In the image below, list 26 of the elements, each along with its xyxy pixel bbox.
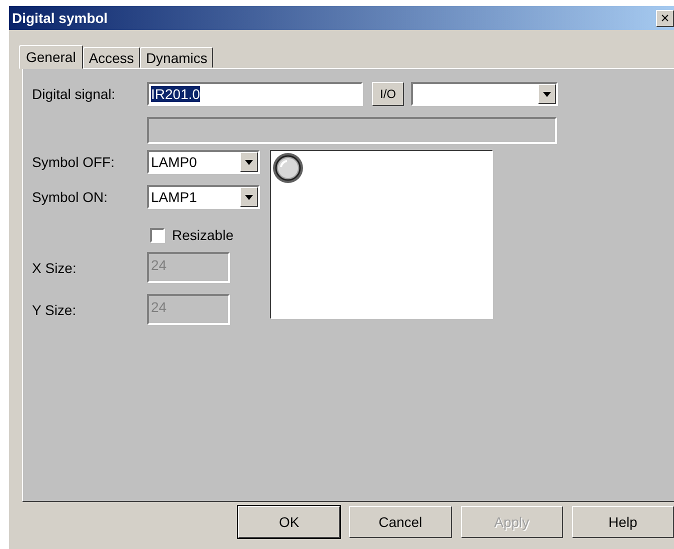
dialog-button[interactable]: Help (572, 506, 674, 538)
dropdown-button[interactable] (240, 187, 258, 207)
window-title: Digital symbol (12, 10, 108, 26)
dialog-button[interactable]: Cancel (349, 506, 452, 538)
tab[interactable]: General (19, 45, 83, 69)
field-label: Symbol ON: (32, 189, 108, 205)
dropdown-button[interactable] (240, 152, 258, 172)
dropdown-field[interactable]: LAMP1 (147, 185, 260, 209)
checkbox-label[interactable]: Resizable (172, 227, 234, 243)
caret-icon (543, 92, 551, 96)
close-button[interactable]: × (656, 10, 674, 26)
caret-icon (245, 160, 253, 164)
field-label: Symbol OFF: (32, 154, 116, 170)
io-button[interactable]: I/O (372, 82, 404, 106)
checkbox[interactable] (150, 228, 165, 242)
tab[interactable]: Access (82, 47, 140, 68)
input-field[interactable]: IR201.0 (147, 82, 363, 106)
field-label: Digital signal: (32, 86, 116, 102)
dropdown-field[interactable] (411, 82, 558, 106)
dropdown-button[interactable] (538, 84, 556, 104)
field-label: X Size: (32, 260, 78, 276)
tab[interactable]: Dynamics (140, 47, 214, 68)
dropdown-field[interactable]: LAMP0 (147, 150, 260, 174)
caret-icon (245, 194, 253, 200)
field-label: Y Size: (32, 302, 78, 318)
dialog-button[interactable]: OK (238, 506, 340, 538)
